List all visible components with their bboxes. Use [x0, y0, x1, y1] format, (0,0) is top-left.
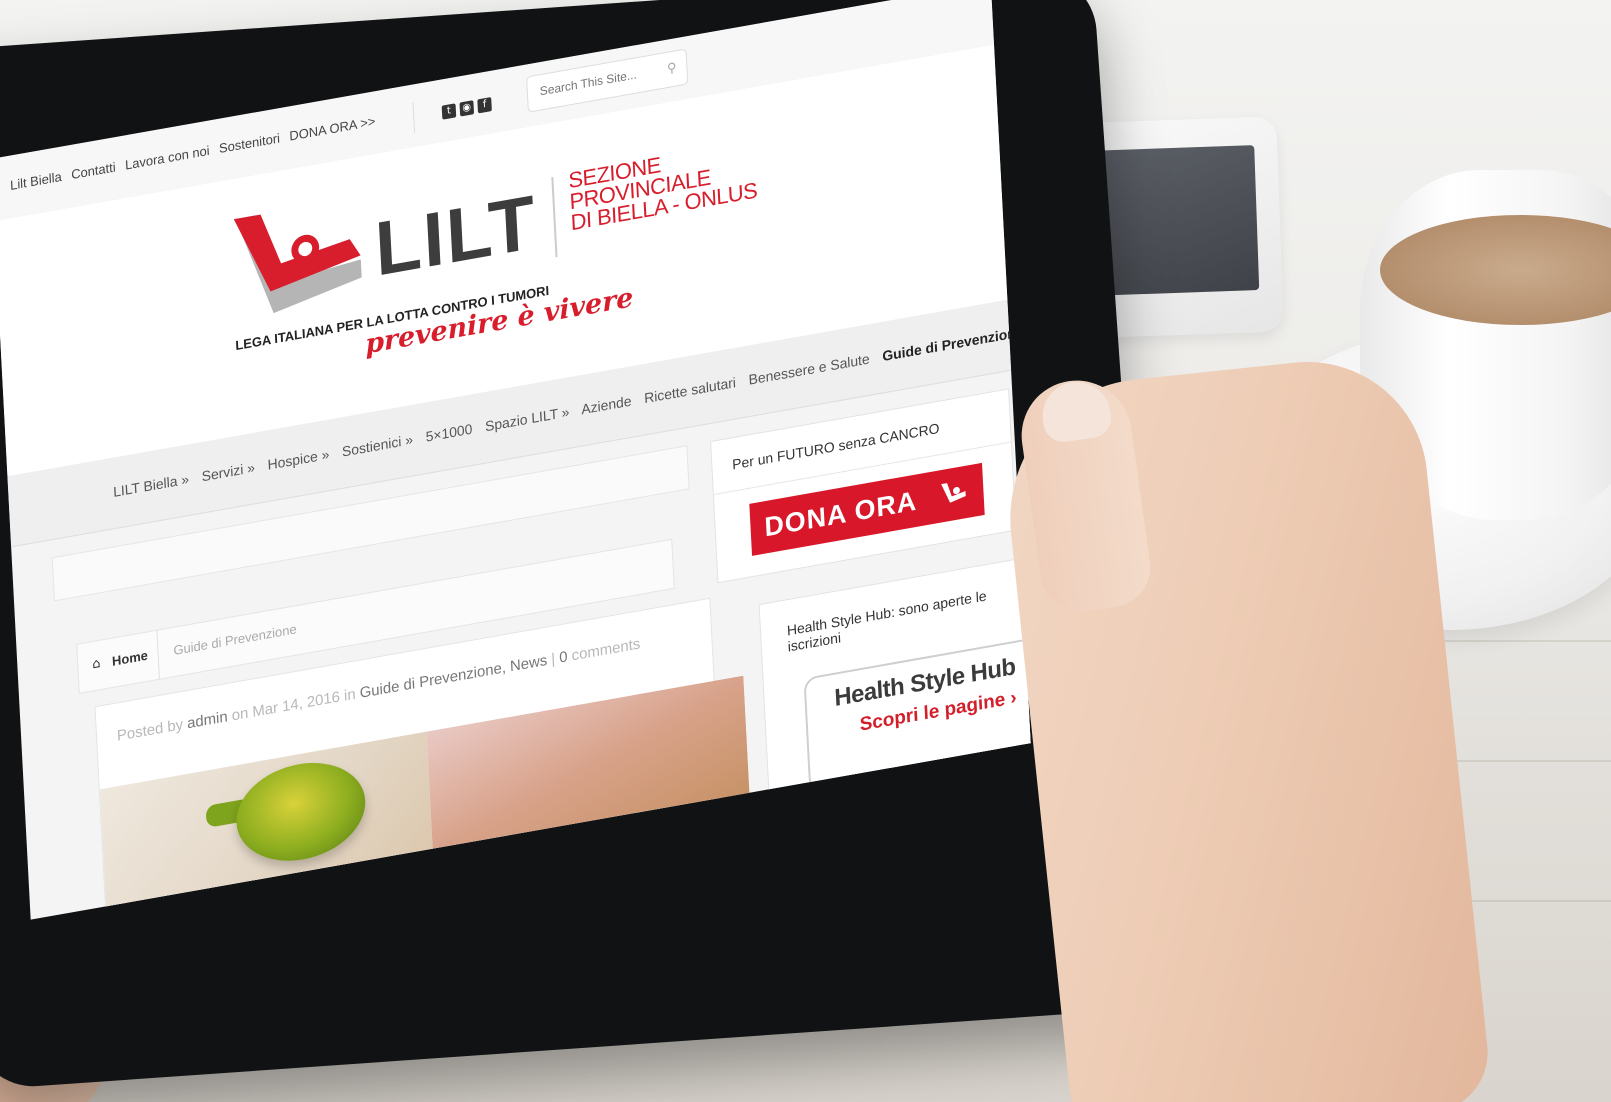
top-nav-contatti[interactable]: Contatti	[71, 159, 116, 182]
post-comments-label: comments	[571, 635, 641, 665]
health-hub-banner[interactable]: Health Style Hub Scopri le pagine ›	[803, 636, 1031, 793]
post-meta-text: on	[231, 704, 249, 725]
nav-ricette[interactable]: Ricette salutari	[644, 374, 737, 406]
logo-wordmark: LILT	[373, 179, 539, 293]
donate-widget-title: Per un FUTURO senza CANCRO	[731, 419, 940, 473]
post-meta-text: in	[343, 685, 357, 705]
nav-benessere[interactable]: Benessere e Salute	[748, 350, 870, 387]
health-hub-title[interactable]: Health Style Hub: sono aperte le iscrizi…	[787, 581, 1026, 654]
twitter-icon[interactable]: t	[441, 103, 457, 120]
nav-spazio-lilt[interactable]: Spazio LILT »	[485, 403, 570, 434]
lilt-mini-logo-icon	[941, 483, 966, 503]
donate-button[interactable]: DONA ORA	[749, 462, 985, 556]
post-comments-count[interactable]: 0	[559, 648, 568, 666]
rss-icon[interactable]: ◉	[459, 100, 475, 117]
nav-aziende[interactable]: Aziende	[581, 392, 632, 417]
health-hub-widget: Health Style Hub: sono aperte le iscrizi…	[758, 554, 1031, 857]
home-icon[interactable]: ⌂	[92, 656, 101, 672]
top-nav-lilt-biella[interactable]: Lilt Biella	[10, 169, 62, 193]
post-date: Mar 14, 2016	[251, 688, 341, 721]
donate-widget: Per un FUTURO senza CANCRO DONA ORA	[710, 388, 1017, 584]
post-author-link[interactable]: admin	[187, 708, 228, 732]
image-child-panel	[426, 675, 756, 920]
logo-section-text: SEZIONE PROVINCIALE DI BIELLA - ONLUS	[568, 137, 758, 235]
nav-sostienici[interactable]: Sostienici »	[342, 431, 414, 460]
tablet-screen: Lilt Biella Contatti Lavora con noi Sost…	[0, 0, 1031, 920]
nav-5x1000[interactable]: 5×1000	[425, 421, 472, 445]
breadcrumb-current: Guide di Prevenzione	[173, 621, 297, 659]
facebook-icon[interactable]: f	[477, 96, 492, 114]
post-meta-separator: |	[550, 650, 556, 669]
nav-lilt-biella[interactable]: LILT Biella »	[113, 471, 190, 500]
donate-button-label: DONA ORA	[763, 485, 918, 542]
top-nav-dona-ora[interactable]: DONA ORA >>	[289, 113, 376, 143]
post-categories-link[interactable]: Guide di Prevenzione, News	[359, 652, 547, 702]
sidebar: Per un FUTURO senza CANCRO DONA ORA Heal…	[710, 388, 1031, 862]
top-nav-sostenitori[interactable]: Sostenitori	[219, 130, 281, 156]
nav-guide-prevenzione[interactable]: Guide di Prevenzione	[882, 323, 1024, 364]
social-icons: t ◉ f	[412, 88, 493, 133]
nav-servizi[interactable]: Servizi »	[201, 459, 255, 484]
search-icon[interactable]: ⚲	[667, 60, 677, 77]
tablet: Lilt Biella Contatti Lavora con noi Sost…	[0, 0, 1165, 1091]
search-input[interactable]	[537, 54, 662, 108]
breadcrumb-separator	[156, 630, 160, 679]
logo-divider	[551, 176, 558, 258]
top-nav-lavora[interactable]: Lavora con noi	[125, 143, 210, 173]
photo-scene: Lilt Biella Contatti Lavora con noi Sost…	[0, 0, 1611, 1102]
nav-hospice[interactable]: Hospice »	[267, 446, 329, 473]
breadcrumb-home[interactable]: Home	[112, 648, 149, 669]
post-meta-text: Posted by	[116, 716, 184, 745]
